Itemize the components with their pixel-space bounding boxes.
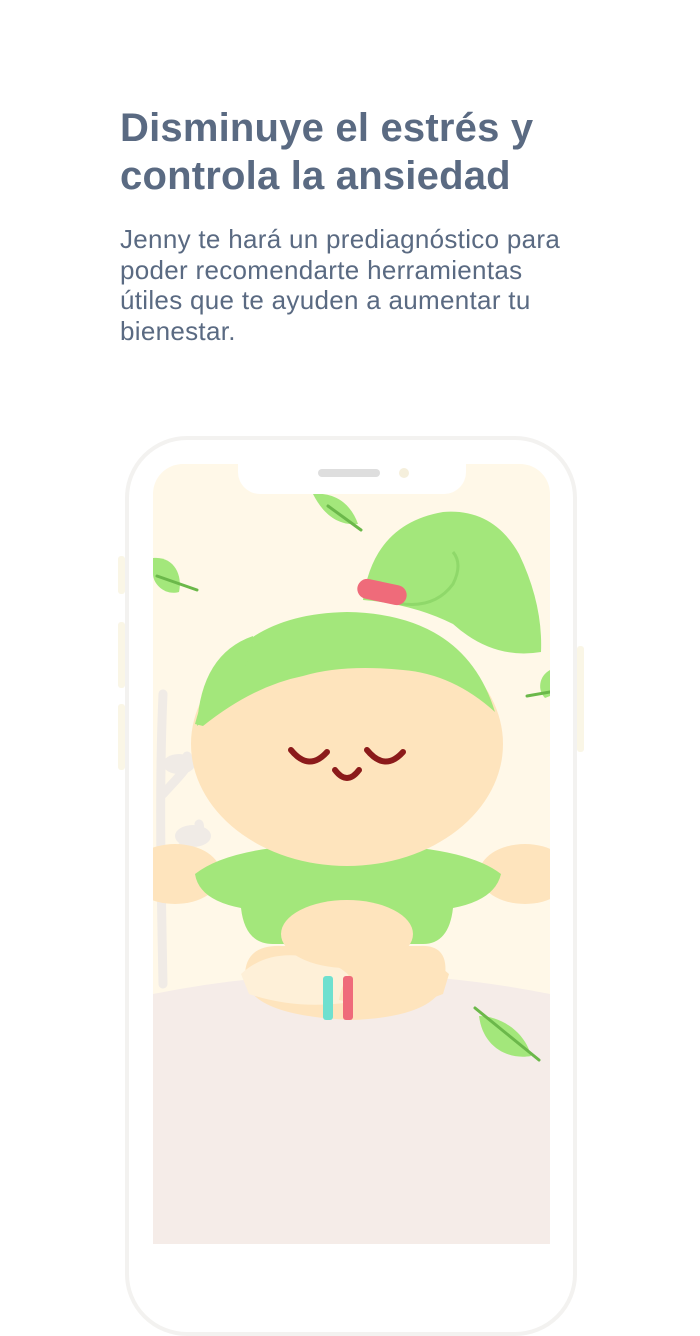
phone-side-button-power xyxy=(577,646,584,752)
meditation-illustration xyxy=(153,493,550,1244)
phone-side-button-volume-down xyxy=(118,704,125,770)
phone-camera-icon xyxy=(399,468,409,478)
phone-speaker xyxy=(318,469,380,477)
leaf-icon xyxy=(153,557,199,593)
plant-leaf-icon xyxy=(175,825,211,847)
phone-screen xyxy=(153,464,550,1244)
headline: Disminuye el estrés y controla la ansied… xyxy=(120,106,534,198)
subtitle: Jenny te hará un prediagnóstico para pod… xyxy=(120,224,561,346)
plant-leaf-icon xyxy=(163,754,195,774)
phone-side-button-mute xyxy=(118,556,125,594)
sock-stripe xyxy=(323,976,333,1020)
phone-side-button-volume-up xyxy=(118,622,125,688)
leaf-icon xyxy=(525,670,550,698)
sock-stripe xyxy=(343,976,353,1020)
leaf-icon xyxy=(313,493,363,532)
meditating-character-icon xyxy=(153,511,550,1020)
